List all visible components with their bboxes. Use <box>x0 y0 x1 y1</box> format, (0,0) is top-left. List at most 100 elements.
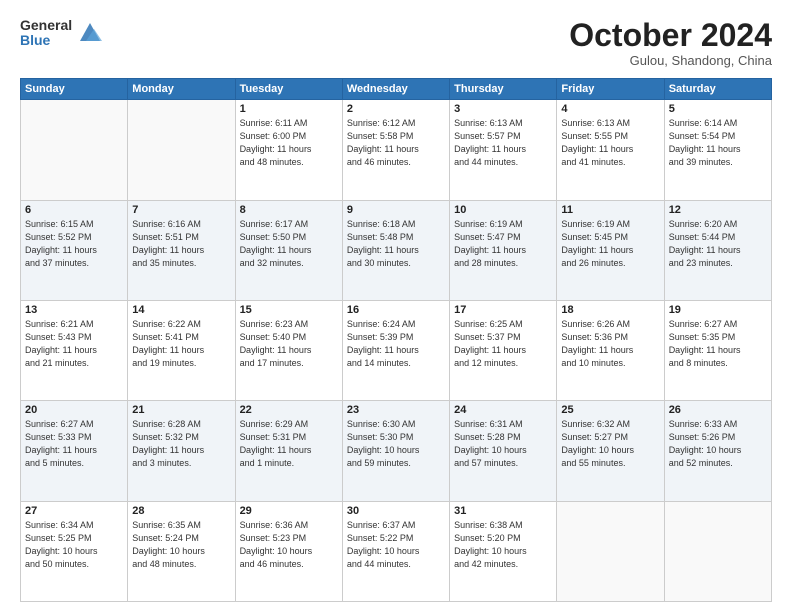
calendar-cell: 18Sunrise: 6:26 AM Sunset: 5:36 PM Dayli… <box>557 300 664 400</box>
day-number: 26 <box>669 404 767 416</box>
day-number: 23 <box>347 404 445 416</box>
day-number: 12 <box>669 204 767 216</box>
calendar-cell <box>557 501 664 601</box>
day-number: 20 <box>25 404 123 416</box>
calendar-cell: 10 Sunrise: 6:19 AM Sunset: 5:47 PM Dayli… <box>450 200 557 300</box>
day-info: Sunrise: 6:13 AM Sunset: 5:55 PM Dayligh… <box>561 117 659 169</box>
calendar-cell: 21 Sunrise: 6:28 AM Sunset: 5:32 PM Dayli… <box>128 401 235 501</box>
subtitle: Gulou, Shandong, China <box>569 53 772 68</box>
day-info: Sunrise: 6:31 AM Sunset: 5:28 PM Dayligh… <box>454 418 552 470</box>
day-info: Sunrise: 6:15 AM Sunset: 5:52 PM Dayligh… <box>25 218 123 270</box>
calendar-cell: 22 Sunrise: 6:29 AM Sunset: 5:31 PM Dayli… <box>235 401 342 501</box>
calendar-cell: 31Sunrise: 6:38 AM Sunset: 5:20 PM Dayli… <box>450 501 557 601</box>
logo-text: General Blue <box>20 18 72 49</box>
calendar-week-row: 27 Sunrise: 6:34 AM Sunset: 5:25 PM Dayli… <box>21 501 772 601</box>
day-info: Sunrise: 6:22 AM Sunset: 5:41 PM Dayligh… <box>132 318 230 370</box>
calendar-cell: 6 Sunrise: 6:15 AM Sunset: 5:52 PM Daylig… <box>21 200 128 300</box>
calendar-cell: 19 Sunrise: 6:27 AM Sunset: 5:35 PM Dayli… <box>664 300 771 400</box>
day-number: 29 <box>240 505 338 517</box>
month-title: October 2024 <box>569 18 772 53</box>
day-number: 19 <box>669 304 767 316</box>
calendar-header-friday: Friday <box>557 79 664 100</box>
day-number: 25 <box>561 404 659 416</box>
day-number: 2 <box>347 103 445 115</box>
day-number: 30 <box>347 505 445 517</box>
day-info: Sunrise: 6:27 AM Sunset: 5:33 PM Dayligh… <box>25 418 123 470</box>
calendar-cell: 17 Sunrise: 6:25 AM Sunset: 5:37 PM Dayli… <box>450 300 557 400</box>
calendar-cell: 8Sunrise: 6:17 AM Sunset: 5:50 PM Daylig… <box>235 200 342 300</box>
calendar-cell: 26 Sunrise: 6:33 AM Sunset: 5:26 PM Dayli… <box>664 401 771 501</box>
day-number: 9 <box>347 204 445 216</box>
calendar-cell: 4 Sunrise: 6:13 AM Sunset: 5:55 PM Daylig… <box>557 100 664 200</box>
calendar-cell: 12 Sunrise: 6:20 AM Sunset: 5:44 PM Dayli… <box>664 200 771 300</box>
day-number: 13 <box>25 304 123 316</box>
day-number: 10 <box>454 204 552 216</box>
calendar-cell: 1Sunrise: 6:11 AM Sunset: 6:00 PM Daylig… <box>235 100 342 200</box>
calendar-cell: 15Sunrise: 6:23 AM Sunset: 5:40 PM Dayli… <box>235 300 342 400</box>
calendar-cell <box>21 100 128 200</box>
calendar-cell: 11 Sunrise: 6:19 AM Sunset: 5:45 PM Dayli… <box>557 200 664 300</box>
day-info: Sunrise: 6:28 AM Sunset: 5:32 PM Dayligh… <box>132 418 230 470</box>
day-info: Sunrise: 6:18 AM Sunset: 5:48 PM Dayligh… <box>347 218 445 270</box>
logo-icon <box>76 19 104 47</box>
calendar-cell: 30Sunrise: 6:37 AM Sunset: 5:22 PM Dayli… <box>342 501 449 601</box>
calendar-cell <box>664 501 771 601</box>
calendar-cell: 29Sunrise: 6:36 AM Sunset: 5:23 PM Dayli… <box>235 501 342 601</box>
day-info: Sunrise: 6:24 AM Sunset: 5:39 PM Dayligh… <box>347 318 445 370</box>
day-number: 8 <box>240 204 338 216</box>
day-number: 7 <box>132 204 230 216</box>
calendar-cell: 24Sunrise: 6:31 AM Sunset: 5:28 PM Dayli… <box>450 401 557 501</box>
day-info: Sunrise: 6:33 AM Sunset: 5:26 PM Dayligh… <box>669 418 767 470</box>
day-info: Sunrise: 6:19 AM Sunset: 5:45 PM Dayligh… <box>561 218 659 270</box>
day-number: 28 <box>132 505 230 517</box>
calendar-cell: 5 Sunrise: 6:14 AM Sunset: 5:54 PM Daylig… <box>664 100 771 200</box>
day-number: 6 <box>25 204 123 216</box>
day-info: Sunrise: 6:27 AM Sunset: 5:35 PM Dayligh… <box>669 318 767 370</box>
calendar-header-tuesday: Tuesday <box>235 79 342 100</box>
day-number: 14 <box>132 304 230 316</box>
calendar-week-row: 6 Sunrise: 6:15 AM Sunset: 5:52 PM Daylig… <box>21 200 772 300</box>
day-info: Sunrise: 6:23 AM Sunset: 5:40 PM Dayligh… <box>240 318 338 370</box>
calendar-header-monday: Monday <box>128 79 235 100</box>
calendar-cell: 28Sunrise: 6:35 AM Sunset: 5:24 PM Dayli… <box>128 501 235 601</box>
day-info: Sunrise: 6:11 AM Sunset: 6:00 PM Dayligh… <box>240 117 338 169</box>
day-number: 4 <box>561 103 659 115</box>
day-info: Sunrise: 6:26 AM Sunset: 5:36 PM Dayligh… <box>561 318 659 370</box>
day-info: Sunrise: 6:19 AM Sunset: 5:47 PM Dayligh… <box>454 218 552 270</box>
day-number: 22 <box>240 404 338 416</box>
day-info: Sunrise: 6:25 AM Sunset: 5:37 PM Dayligh… <box>454 318 552 370</box>
day-info: Sunrise: 6:34 AM Sunset: 5:25 PM Dayligh… <box>25 519 123 571</box>
calendar-week-row: 20 Sunrise: 6:27 AM Sunset: 5:33 PM Dayli… <box>21 401 772 501</box>
calendar-cell <box>128 100 235 200</box>
calendar-cell: 3 Sunrise: 6:13 AM Sunset: 5:57 PM Daylig… <box>450 100 557 200</box>
calendar-week-row: 13 Sunrise: 6:21 AM Sunset: 5:43 PM Dayli… <box>21 300 772 400</box>
calendar-cell: 2 Sunrise: 6:12 AM Sunset: 5:58 PM Daylig… <box>342 100 449 200</box>
day-info: Sunrise: 6:29 AM Sunset: 5:31 PM Dayligh… <box>240 418 338 470</box>
day-number: 5 <box>669 103 767 115</box>
day-info: Sunrise: 6:14 AM Sunset: 5:54 PM Dayligh… <box>669 117 767 169</box>
day-number: 27 <box>25 505 123 517</box>
day-number: 3 <box>454 103 552 115</box>
day-info: Sunrise: 6:13 AM Sunset: 5:57 PM Dayligh… <box>454 117 552 169</box>
day-number: 16 <box>347 304 445 316</box>
day-number: 17 <box>454 304 552 316</box>
calendar-cell: 14 Sunrise: 6:22 AM Sunset: 5:41 PM Dayli… <box>128 300 235 400</box>
calendar-table: SundayMondayTuesdayWednesdayThursdayFrid… <box>20 78 772 602</box>
day-number: 11 <box>561 204 659 216</box>
day-number: 21 <box>132 404 230 416</box>
title-block: October 2024 Gulou, Shandong, China <box>569 18 772 68</box>
day-info: Sunrise: 6:16 AM Sunset: 5:51 PM Dayligh… <box>132 218 230 270</box>
calendar-cell: 13 Sunrise: 6:21 AM Sunset: 5:43 PM Dayli… <box>21 300 128 400</box>
calendar-cell: 7 Sunrise: 6:16 AM Sunset: 5:51 PM Daylig… <box>128 200 235 300</box>
day-info: Sunrise: 6:20 AM Sunset: 5:44 PM Dayligh… <box>669 218 767 270</box>
day-number: 31 <box>454 505 552 517</box>
day-info: Sunrise: 6:12 AM Sunset: 5:58 PM Dayligh… <box>347 117 445 169</box>
logo: General Blue <box>20 18 104 49</box>
calendar-cell: 25 Sunrise: 6:32 AM Sunset: 5:27 PM Dayli… <box>557 401 664 501</box>
day-info: Sunrise: 6:32 AM Sunset: 5:27 PM Dayligh… <box>561 418 659 470</box>
calendar-cell: 23 Sunrise: 6:30 AM Sunset: 5:30 PM Dayli… <box>342 401 449 501</box>
calendar-cell: 27 Sunrise: 6:34 AM Sunset: 5:25 PM Dayli… <box>21 501 128 601</box>
calendar-header-saturday: Saturday <box>664 79 771 100</box>
day-info: Sunrise: 6:30 AM Sunset: 5:30 PM Dayligh… <box>347 418 445 470</box>
day-info: Sunrise: 6:21 AM Sunset: 5:43 PM Dayligh… <box>25 318 123 370</box>
